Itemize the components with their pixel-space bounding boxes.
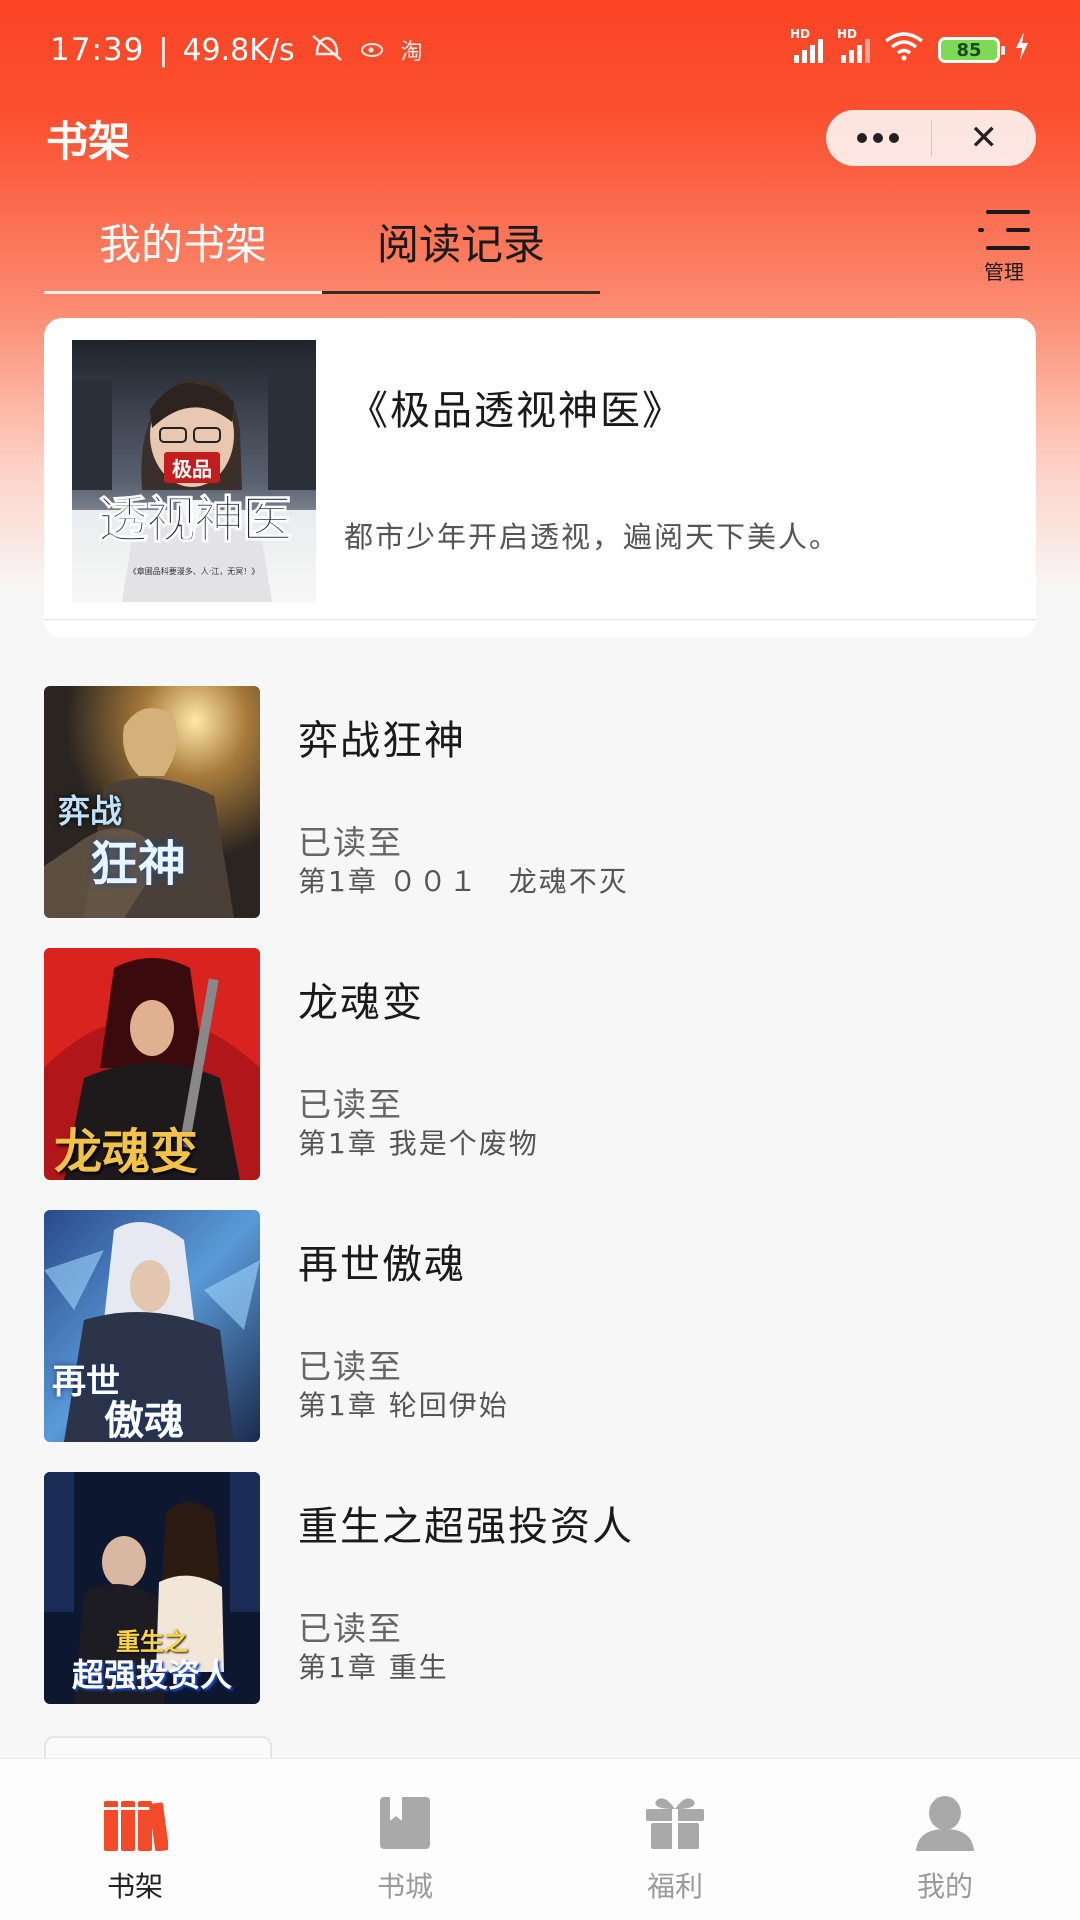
signal-2-icon: HD xyxy=(837,27,870,63)
status-bar: 17:39 | 49.8K/s 淘 HD HD 85 xyxy=(0,0,1080,100)
charging-icon xyxy=(1014,32,1030,68)
status-divider: | xyxy=(158,32,169,68)
read-progress-label: 已读至 xyxy=(298,1609,403,1648)
tab-reading-history[interactable]: 阅读记录 xyxy=(322,210,600,294)
mute-alarm-icon xyxy=(309,32,345,68)
featured-book-cover: 极品 透视神医 《章圃品科要漫多、人·江，无冥！》 xyxy=(72,340,316,602)
book-item[interactable]: 龙魂变 龙魂变 已读至 第1章 我是个废物 xyxy=(44,948,1044,1180)
shelf-tabs: 我的书架 阅读记录 xyxy=(44,210,600,294)
book-title: 重生之超强投资人 xyxy=(298,1504,634,1550)
last-read-chapter: 第1章 我是个废物 xyxy=(298,1127,539,1160)
book-cover: 弈战 狂神 xyxy=(44,686,260,918)
bookshelf-icon xyxy=(102,1795,170,1852)
more-dot-icon xyxy=(873,133,884,143)
miniprogram-capsule: ✕ xyxy=(826,110,1036,166)
manage-button[interactable]: 管理 xyxy=(976,208,1032,285)
featured-divider xyxy=(44,619,1036,620)
featured-book-description: 都市少年开启透视，遍阅天下美人。 xyxy=(344,520,841,554)
book-title: 弈战狂神 xyxy=(298,718,466,764)
status-time: 17:39 xyxy=(50,32,145,68)
book-item[interactable]: 再世 傲魂 再世傲魂 已读至 第1章 轮回伊始 xyxy=(44,1210,1044,1442)
book-icon xyxy=(372,1795,438,1851)
tabbar-label: 书城 xyxy=(376,1870,433,1903)
last-read-chapter: 第1章 轮回伊始 xyxy=(298,1389,509,1422)
signal-1-icon: HD xyxy=(790,27,823,63)
book-cover-text: 龙魂变 xyxy=(54,1124,199,1180)
book-cover: 重生之 超强投资人 xyxy=(44,1472,260,1704)
book-cover: 再世 傲魂 xyxy=(44,1210,260,1442)
read-progress-label: 已读至 xyxy=(298,1085,403,1124)
featured-cover-title: 透视神医 xyxy=(98,490,293,550)
tabbar-item-bookstore[interactable]: 书城 xyxy=(270,1759,540,1920)
taobao-icon: 淘 xyxy=(400,40,423,65)
book-item[interactable]: 重生之 超强投资人 重生之超强投资人 已读至 第1章 重生 xyxy=(44,1472,1044,1704)
read-progress-label: 已读至 xyxy=(298,823,403,862)
featured-book-title: 《极品透视神医》 xyxy=(348,388,684,434)
tabbar-item-mine[interactable]: 我的 xyxy=(810,1759,1080,1920)
book-cover-text: 超强投资人 xyxy=(71,1656,232,1694)
tabbar-label: 福利 xyxy=(646,1870,703,1903)
book-cover-text: 傲魂 xyxy=(104,1397,184,1442)
tabbar-item-welfare[interactable]: 福利 xyxy=(540,1759,810,1920)
book-title: 龙魂变 xyxy=(298,980,424,1026)
wifi-icon xyxy=(884,31,924,69)
featured-cover-tagline: 《章圃品科要漫多、人·江，无冥！》 xyxy=(128,567,260,576)
status-left: 17:39 | 49.8K/s 淘 xyxy=(50,32,423,68)
tabbar-label: 书架 xyxy=(106,1870,163,1903)
more-dot-icon xyxy=(889,133,900,143)
tabbar-item-bookshelf[interactable]: 书架 xyxy=(0,1759,270,1920)
tab-my-bookshelf[interactable]: 我的书架 xyxy=(44,210,322,294)
bottom-tab-bar: 书架 书城 福利 我的 xyxy=(0,1758,1080,1920)
tabbar-label: 我的 xyxy=(916,1870,973,1903)
book-title: 再世傲魂 xyxy=(298,1242,466,1288)
book-cover: 龙魂变 xyxy=(44,948,260,1180)
last-read-chapter: 第1章 ００１ 龙魂不灭 xyxy=(298,865,629,898)
gift-icon xyxy=(642,1795,708,1851)
book-item[interactable]: 弈战 狂神 弈战狂神 已读至 第1章 ００１ 龙魂不灭 xyxy=(44,686,1044,918)
more-dot-icon xyxy=(857,133,868,143)
status-right: HD HD 85 xyxy=(790,27,1030,69)
featured-book-card[interactable]: 极品 透视神医 《章圃品科要漫多、人·江，无冥！》 《极品透视神医》 都市少年开… xyxy=(44,318,1036,638)
more-button[interactable] xyxy=(826,133,931,143)
book-cover-text: 狂神 xyxy=(90,836,187,892)
manage-label: 管理 xyxy=(984,260,1024,284)
weibo-icon xyxy=(359,35,387,65)
page-title: 书架 xyxy=(46,117,131,166)
user-icon xyxy=(912,1795,978,1851)
status-network-speed: 49.8K/s xyxy=(182,32,295,68)
featured-cover-small-title: 极品 xyxy=(164,452,220,483)
read-progress-label: 已读至 xyxy=(298,1347,403,1386)
close-button[interactable]: ✕ xyxy=(932,110,1037,166)
battery-icon: 85 xyxy=(938,37,1005,63)
last-read-chapter: 第1章 重生 xyxy=(298,1651,449,1684)
manage-list-icon xyxy=(978,208,1030,252)
nav-bar: 书架 ✕ xyxy=(0,100,1080,180)
